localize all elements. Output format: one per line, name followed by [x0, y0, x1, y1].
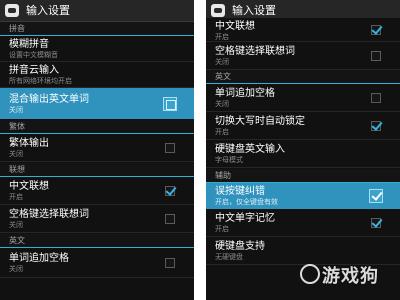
keyboard-app-icon[interactable] [211, 4, 225, 17]
settings-item-subtitle: 设置中文模糊音 [9, 51, 58, 59]
settings-item[interactable]: 单词追加空格 关闭 [0, 248, 194, 278]
checkbox-unchecked-icon[interactable] [165, 214, 175, 224]
right-settings-screen: 输入设置 中文联想 开启 空格键选择联想词 关闭 英文 单词追加空格 关闭 切换大写时自动锁定… [206, 0, 400, 300]
settings-item[interactable]: 误按键纠错 开启，仅全键盘有效 [206, 183, 400, 209]
settings-item-subtitle: 字母模式 [215, 156, 243, 164]
settings-item-title: 硬键盘英文输入 [215, 144, 285, 155]
section-header: 繁体 [0, 120, 194, 134]
settings-item-title: 空格键选择联想词 [215, 46, 295, 57]
checkbox-checked-icon[interactable] [371, 121, 381, 131]
checkbox-unchecked-icon[interactable] [165, 143, 175, 153]
settings-item[interactable]: 单词追加空格 关闭 [206, 84, 400, 112]
settings-item-title: 中文联想 [9, 181, 49, 192]
settings-item[interactable]: 硬键盘英文输入 字母模式 [206, 140, 400, 168]
settings-item[interactable]: 空格键选择联想词 关闭 [206, 42, 400, 70]
settings-item-title: 混合输出英文单词 [9, 94, 89, 105]
settings-item-title: 单词追加空格 [215, 88, 275, 99]
settings-item[interactable]: 硬键盘支持 无硬键盘 [206, 237, 400, 265]
settings-item[interactable]: 切换大写时自动锁定 开启 [206, 112, 400, 140]
settings-item-subtitle: 关闭 [9, 106, 23, 114]
settings-item-subtitle: 开启 [215, 225, 229, 233]
section-header: 联想 [0, 163, 194, 177]
settings-item-subtitle: 开启 [215, 128, 229, 136]
settings-item-subtitle: 开启，仅全键盘有效 [215, 198, 278, 206]
settings-item[interactable]: 拼音云输入 所有网络环境均开启 [0, 62, 194, 88]
settings-item-subtitle: 开启 [9, 193, 23, 201]
panel-divider [194, 0, 206, 300]
settings-item-title: 空格键选择联想词 [9, 209, 89, 220]
section-header: 英文 [206, 70, 400, 84]
checkbox-unchecked-icon[interactable] [371, 93, 381, 103]
checkbox-checked-icon[interactable] [369, 189, 383, 203]
section-header: 拼音 [0, 22, 194, 36]
settings-item[interactable]: 模糊拼音 设置中文模糊音 [0, 36, 194, 62]
checkbox-unchecked-icon[interactable] [371, 51, 381, 61]
watermark-text: 游戏狗 [322, 266, 379, 287]
checkbox-unchecked-icon[interactable] [165, 258, 175, 268]
settings-item-title: 硬键盘支持 [215, 241, 265, 252]
right-page-title: 输入设置 [232, 4, 276, 17]
settings-item-title: 中文联想 [215, 21, 255, 32]
settings-item-title: 繁体输出 [9, 138, 49, 149]
left-title-bar: 输入设置 [0, 0, 194, 22]
watermark-logo-icon [300, 264, 320, 284]
settings-item-title: 模糊拼音 [9, 39, 49, 50]
settings-item[interactable]: 中文单字记忆 开启 [206, 209, 400, 237]
checkbox-unchecked-icon[interactable] [163, 97, 177, 111]
settings-item-title: 拼音云输入 [9, 65, 59, 76]
settings-item-subtitle: 关闭 [9, 150, 23, 158]
settings-item-title: 中文单字记忆 [215, 213, 275, 224]
settings-item-subtitle: 关闭 [215, 58, 229, 66]
settings-item-title: 切换大写时自动锁定 [215, 116, 305, 127]
section-header: 英文 [0, 234, 194, 248]
settings-item[interactable]: 空格键选择联想词 关闭 [0, 205, 194, 233]
settings-item[interactable]: 繁体输出 关闭 [0, 134, 194, 162]
left-settings-screen: 输入设置 拼音 模糊拼音 设置中文模糊音 拼音云输入 所有网络环境均开启 混合输出英文单词… [0, 0, 194, 300]
settings-item[interactable]: 混合输出英文单词 关闭 [0, 88, 194, 119]
checkbox-checked-icon[interactable] [165, 186, 175, 196]
keyboard-app-icon[interactable] [5, 4, 19, 17]
settings-item-subtitle: 所有网络环境均开启 [9, 77, 72, 85]
settings-item-subtitle: 关闭 [9, 265, 23, 273]
settings-item[interactable]: 中文联想 开启 [206, 18, 400, 42]
settings-item-subtitle: 开启 [215, 33, 229, 41]
left-page-title: 输入设置 [26, 4, 70, 17]
section-header: 辅助 [206, 169, 400, 183]
settings-item-subtitle: 关闭 [9, 221, 23, 229]
settings-item-subtitle: 无硬键盘 [215, 253, 243, 261]
checkbox-checked-icon[interactable] [371, 218, 381, 228]
settings-item-subtitle: 关闭 [215, 100, 229, 108]
settings-item-title: 误按键纠错 [215, 186, 265, 197]
settings-item-title: 单词追加空格 [9, 253, 69, 264]
checkbox-checked-icon[interactable] [371, 25, 381, 35]
settings-item[interactable]: 中文联想 开启 [0, 177, 194, 205]
